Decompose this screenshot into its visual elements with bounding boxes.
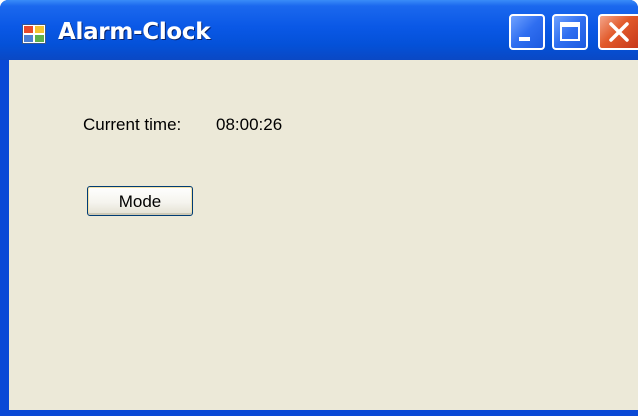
mode-button[interactable]: Mode xyxy=(87,186,193,216)
application-icon[interactable] xyxy=(22,24,46,44)
current-time-label: Current time: xyxy=(83,115,182,134)
title-bar[interactable]: Alarm-Clock xyxy=(0,0,638,60)
maximize-button[interactable] xyxy=(552,14,588,50)
window-title: Alarm-Clock xyxy=(58,19,211,45)
client-area: Current time: 08:00:26 Mode xyxy=(9,60,638,410)
maximize-icon xyxy=(560,22,580,41)
minimize-icon xyxy=(519,37,530,41)
close-button[interactable] xyxy=(598,14,638,50)
close-icon xyxy=(609,22,629,42)
minimize-button[interactable] xyxy=(509,14,545,50)
current-time-value: 08:00:26 xyxy=(216,115,283,134)
alarm-clock-window: Alarm-Clock Current time: 08:00:26 Mode xyxy=(0,0,638,416)
